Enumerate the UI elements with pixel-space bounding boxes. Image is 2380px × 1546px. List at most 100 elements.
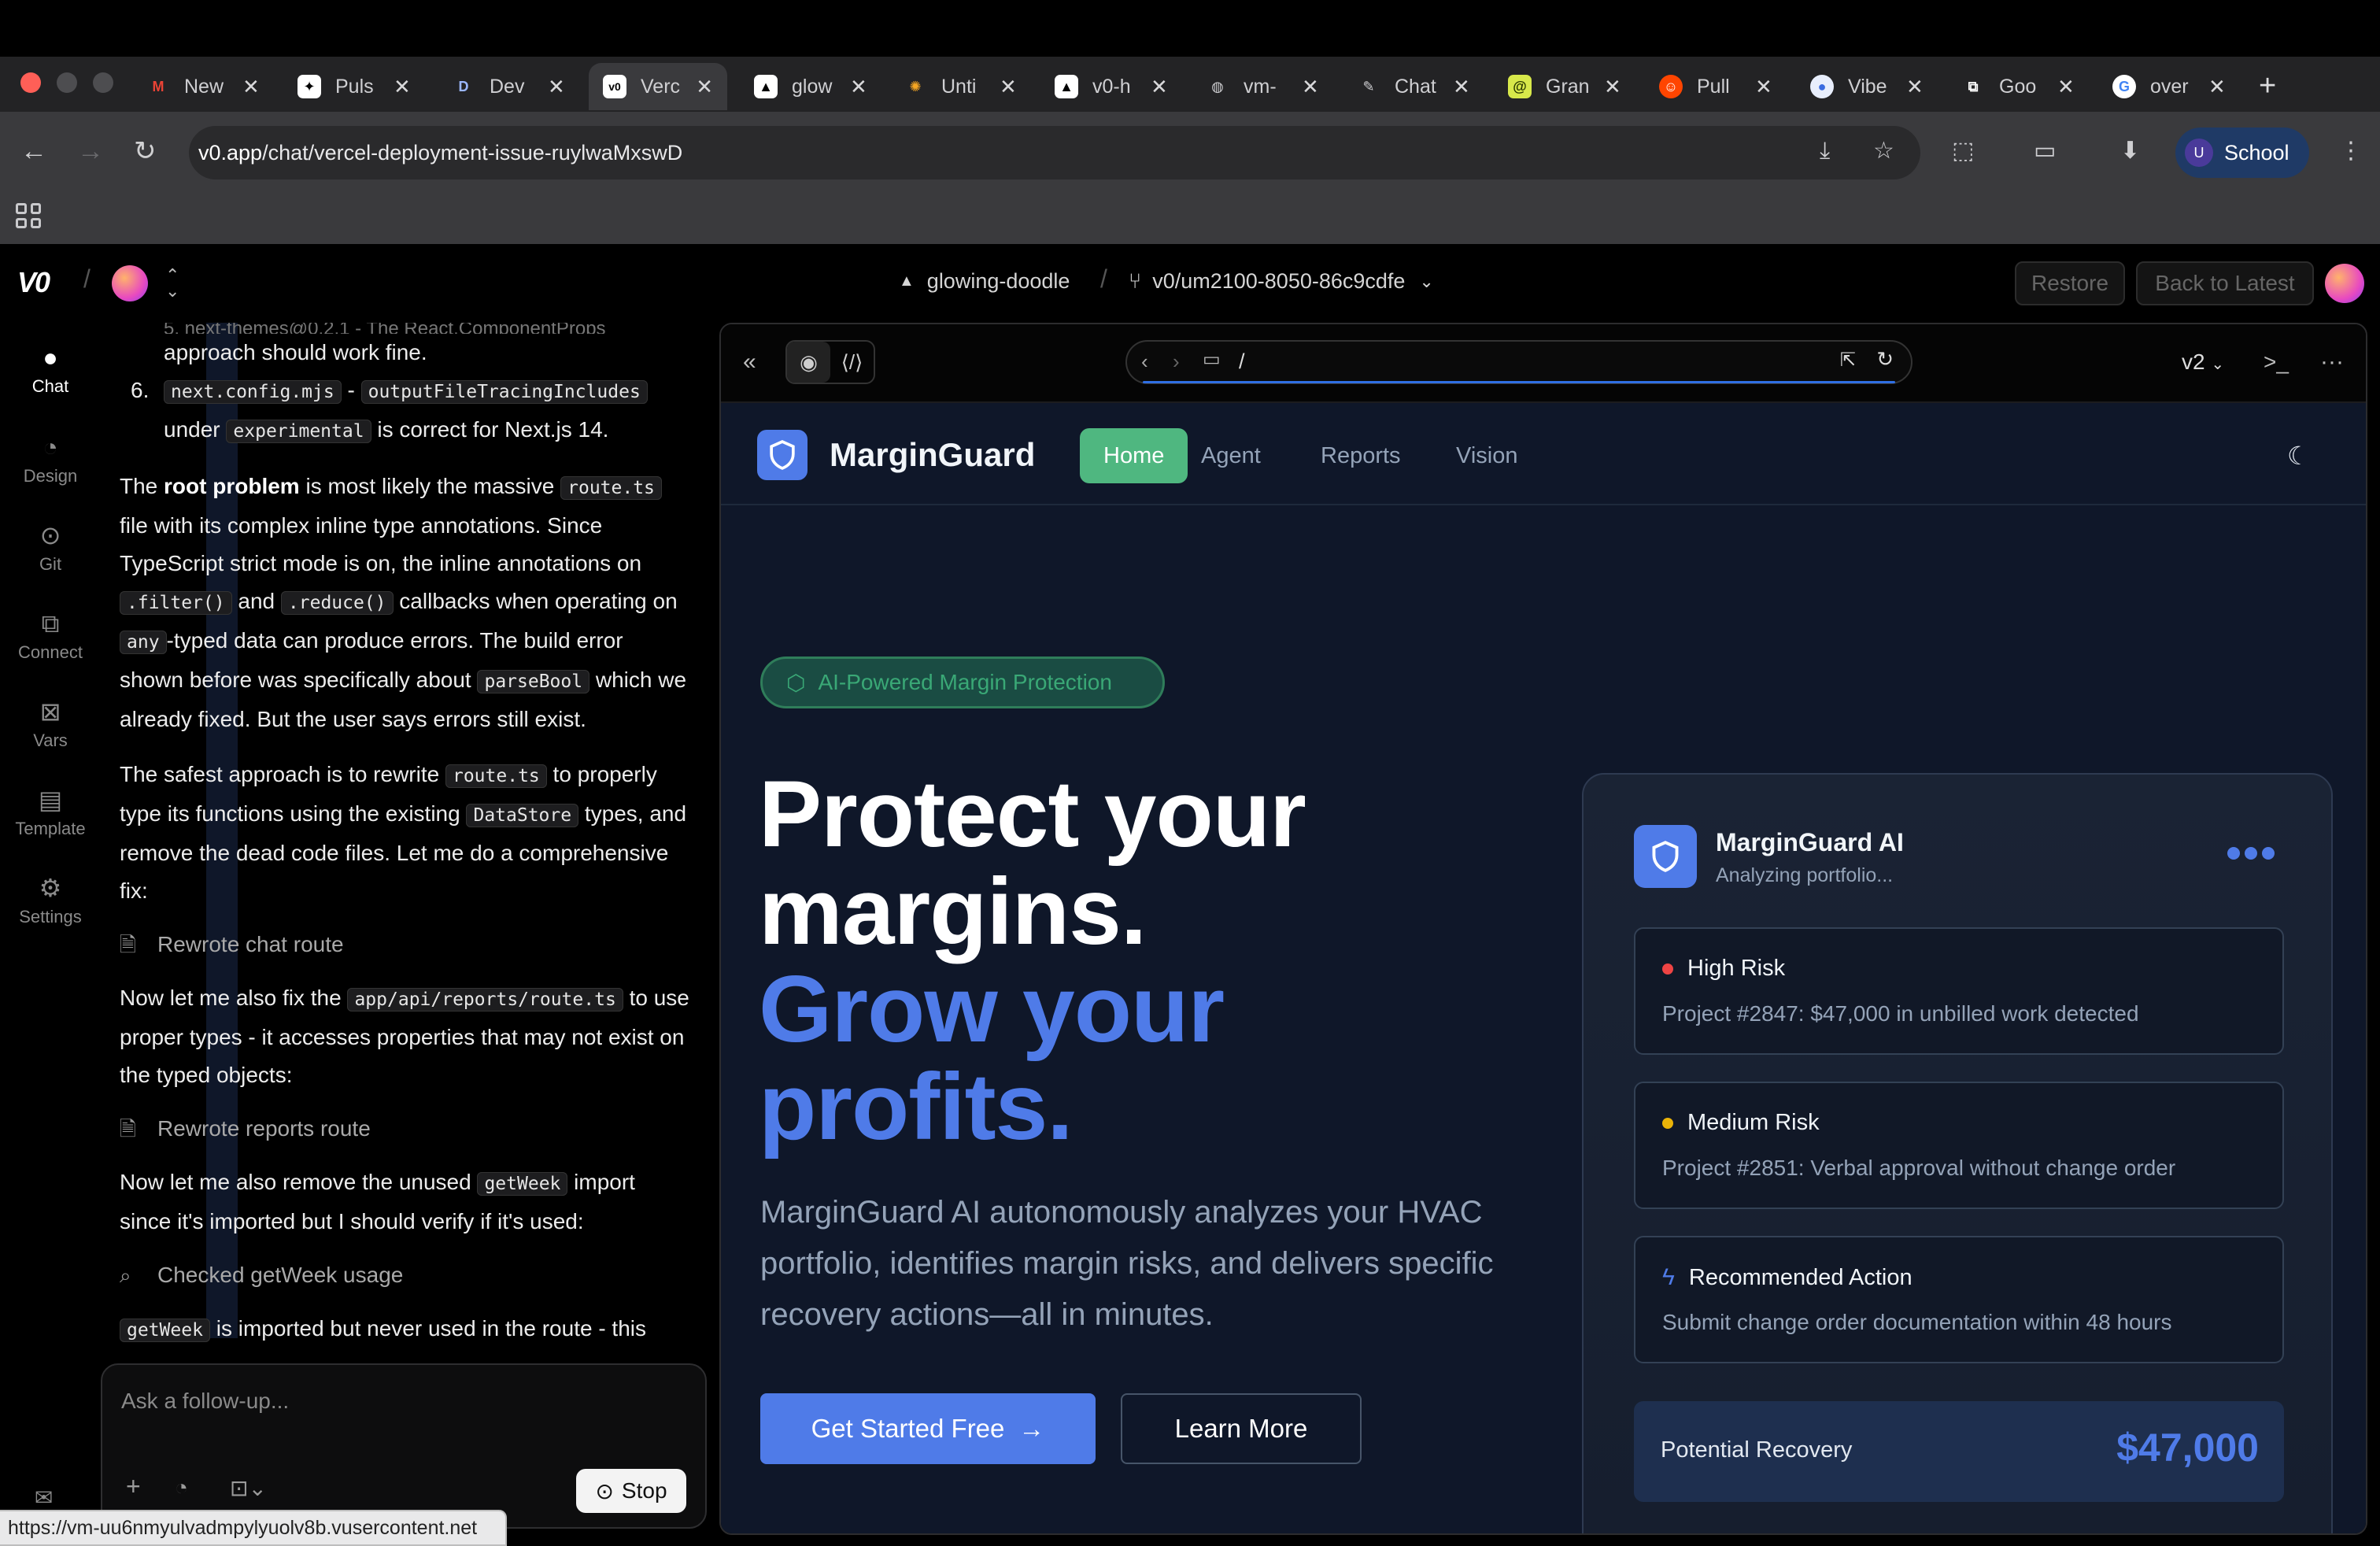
design-mode-icon[interactable]: ◔ <box>175 1475 188 1500</box>
version-selector[interactable]: v2 ⌄ <box>2182 346 2224 380</box>
moon-icon[interactable]: ☾ <box>2287 441 2310 471</box>
model-selector-icon[interactable]: ⊡⌄ <box>230 1475 267 1501</box>
browser-tab[interactable]: ● Vibe ✕ <box>1796 63 1938 110</box>
close-tab-icon[interactable]: ✕ <box>696 75 713 99</box>
rail-item-git[interactable]: ⊙ Git <box>0 520 101 575</box>
install-app-icon[interactable]: ⤓ <box>1820 135 1830 167</box>
download-icon[interactable]: ⬇ <box>2120 135 2140 167</box>
tool-call-item[interactable]: 🗎 Rewrote chat route <box>120 926 691 963</box>
rail-item-chat[interactable]: ● Chat <box>0 342 101 397</box>
minimize-window-button[interactable] <box>57 72 77 93</box>
inline-code: any <box>120 631 167 654</box>
plus-icon[interactable]: + <box>126 1472 141 1501</box>
refresh-icon[interactable]: ↻ <box>1876 347 1894 372</box>
browser-tab[interactable]: D Dev ✕ <box>438 63 579 110</box>
stop-button[interactable]: ⊙ Stop <box>576 1469 686 1513</box>
close-tab-icon[interactable]: ✕ <box>850 75 867 99</box>
close-tab-icon[interactable]: ✕ <box>1000 75 1017 99</box>
close-window-button[interactable] <box>20 72 41 93</box>
extensions-icon[interactable]: ⬚ <box>1952 135 1974 167</box>
close-tab-icon[interactable]: ✕ <box>1755 75 1772 99</box>
user-avatar[interactable] <box>2325 264 2364 303</box>
site-nav-reports[interactable]: Reports <box>1297 428 1425 483</box>
close-tab-icon[interactable]: ✕ <box>1604 75 1621 99</box>
site-nav-vision[interactable]: Vision <box>1432 428 1541 483</box>
rail-item-template[interactable]: ▤ Template <box>0 784 101 839</box>
restore-button[interactable]: Restore <box>2015 261 2125 305</box>
browser-tab-active[interactable]: v0 Verc ✕ <box>589 63 727 110</box>
apps-grid-icon[interactable] <box>16 203 41 228</box>
preview-back-icon[interactable]: ‹ <box>1141 350 1148 374</box>
preview-forward-icon[interactable]: › <box>1173 350 1180 374</box>
maximize-window-button[interactable] <box>93 72 113 93</box>
close-tab-icon[interactable]: ✕ <box>1906 75 1924 99</box>
close-tab-icon[interactable]: ✕ <box>394 75 411 99</box>
chat-composer[interactable]: Ask a follow-up... + ◔ ⊡⌄ ⊙ Stop <box>101 1363 707 1529</box>
rail-item-settings[interactable]: ⚙ Settings <box>0 872 101 927</box>
close-tab-icon[interactable]: ✕ <box>1453 75 1470 99</box>
browser-tab[interactable]: ☺ Pull ✕ <box>1645 63 1787 110</box>
bookmark-star-icon[interactable]: ☆ <box>1873 135 1894 167</box>
shield-icon[interactable] <box>757 430 808 480</box>
close-tab-icon[interactable]: ✕ <box>2057 75 2075 99</box>
terminal-icon[interactable]: >_ <box>2264 346 2289 378</box>
browser-tab[interactable]: ✦ Puls ✕ <box>283 63 425 110</box>
chevron-updown-icon[interactable]: ⌃ ⌄ <box>165 267 179 300</box>
browser-tab[interactable]: @ Gran ✕ <box>1494 63 1635 110</box>
url-text[interactable]: v0.app/chat/vercel-deployment-issue-ruyl… <box>198 141 682 165</box>
preview-path[interactable]: / <box>1239 350 1245 374</box>
browser-tab[interactable]: ▲ glow ✕ <box>740 63 881 110</box>
tool-call-item[interactable]: 🗎 Rewrote reports route <box>120 1110 691 1148</box>
rail-item-vars[interactable]: ⊠ Vars <box>0 696 101 751</box>
new-tab-button[interactable]: + <box>2259 66 2276 105</box>
open-external-icon[interactable]: ⇱ <box>1840 349 1856 372</box>
browser-tab[interactable]: ✎ Chat ✕ <box>1343 63 1484 110</box>
close-tab-icon[interactable]: ✕ <box>1151 75 1168 99</box>
branch-selector[interactable]: ⑂ v0/um2100-8050-86c9cdfe ⌄ <box>1129 269 1434 294</box>
kebab-menu-icon[interactable]: ⋮ <box>2339 135 2363 167</box>
browser-tab[interactable]: Gover ✕ <box>2098 63 2240 110</box>
cast-icon[interactable]: ▭ <box>2034 135 2056 167</box>
rail-item-connect[interactable]: ⧉ Connect <box>0 608 101 663</box>
globe-icon: ◍ <box>1211 78 1224 94</box>
more-options-icon[interactable]: ··· <box>2320 346 2344 378</box>
browser-tab[interactable]: ⧉ Goo ✕ <box>1947 63 2089 110</box>
status-dot <box>1662 963 1673 975</box>
brand-name[interactable]: MarginGuard <box>830 436 1035 474</box>
close-tab-icon[interactable]: ✕ <box>548 75 565 99</box>
v0-logo-icon[interactable]: V0 <box>17 266 50 299</box>
get-started-button[interactable]: Get Started Free → <box>760 1393 1096 1464</box>
preview-url-bar[interactable]: ‹ › ▭ / ⇱ ↻ <box>1125 340 1913 384</box>
d-icon: D <box>458 78 469 94</box>
chat-thread[interactable]: 5. next-themes@0.2.1 - The React.Compone… <box>120 323 691 1362</box>
follow-up-input[interactable]: Ask a follow-up... <box>121 1389 289 1414</box>
message-paragraph: Now let me also remove the unused getWee… <box>120 1170 635 1233</box>
close-tab-icon[interactable]: ✕ <box>242 75 260 99</box>
collapse-panel-icon[interactable]: « <box>743 346 756 378</box>
site-nav-home[interactable]: Home <box>1080 428 1188 483</box>
forward-arrow-icon[interactable]: → <box>77 135 104 167</box>
project-breadcrumb[interactable]: ▲ glowing-doodle <box>899 269 1070 294</box>
code-icon[interactable]: ⟨/⟩ <box>830 342 874 383</box>
site-nav-agent[interactable]: Agent <box>1177 428 1284 483</box>
loading-progress <box>1143 381 1895 383</box>
chevron-down-icon: ⌄ <box>1419 271 1434 291</box>
browser-tab[interactable]: M New ✕ <box>132 63 274 110</box>
back-arrow-icon[interactable]: ← <box>20 135 47 167</box>
close-tab-icon[interactable]: ✕ <box>1302 75 1319 99</box>
browser-tab[interactable]: ◍ vm- ✕ <box>1192 63 1333 110</box>
eye-icon[interactable]: ◉ <box>787 342 830 383</box>
device-icon[interactable]: ▭ <box>1203 348 1221 371</box>
address-bar[interactable]: ⚙ v0.app/chat/vercel-deployment-issue-ru… <box>189 126 1920 1338</box>
browser-tab[interactable]: ▲ v0-h ✕ <box>1040 63 1182 110</box>
tool-call-item[interactable]: ⌕ Checked getWeek usage <box>120 1256 691 1294</box>
close-tab-icon[interactable]: ✕ <box>2208 75 2226 99</box>
back-to-latest-button[interactable]: Back to Latest <box>2136 261 2314 305</box>
project-avatar[interactable] <box>112 265 148 301</box>
reload-icon[interactable]: ↻ <box>134 135 157 167</box>
rail-item-design[interactable]: ◔ Design <box>0 431 101 486</box>
profile-button[interactable]: U School <box>2175 128 2309 178</box>
learn-more-button[interactable]: Learn More <box>1121 1393 1362 1464</box>
browser-tab[interactable]: ✺ Unti ✕ <box>889 63 1031 110</box>
mail-icon[interactable]: ✉ <box>35 1485 53 1511</box>
